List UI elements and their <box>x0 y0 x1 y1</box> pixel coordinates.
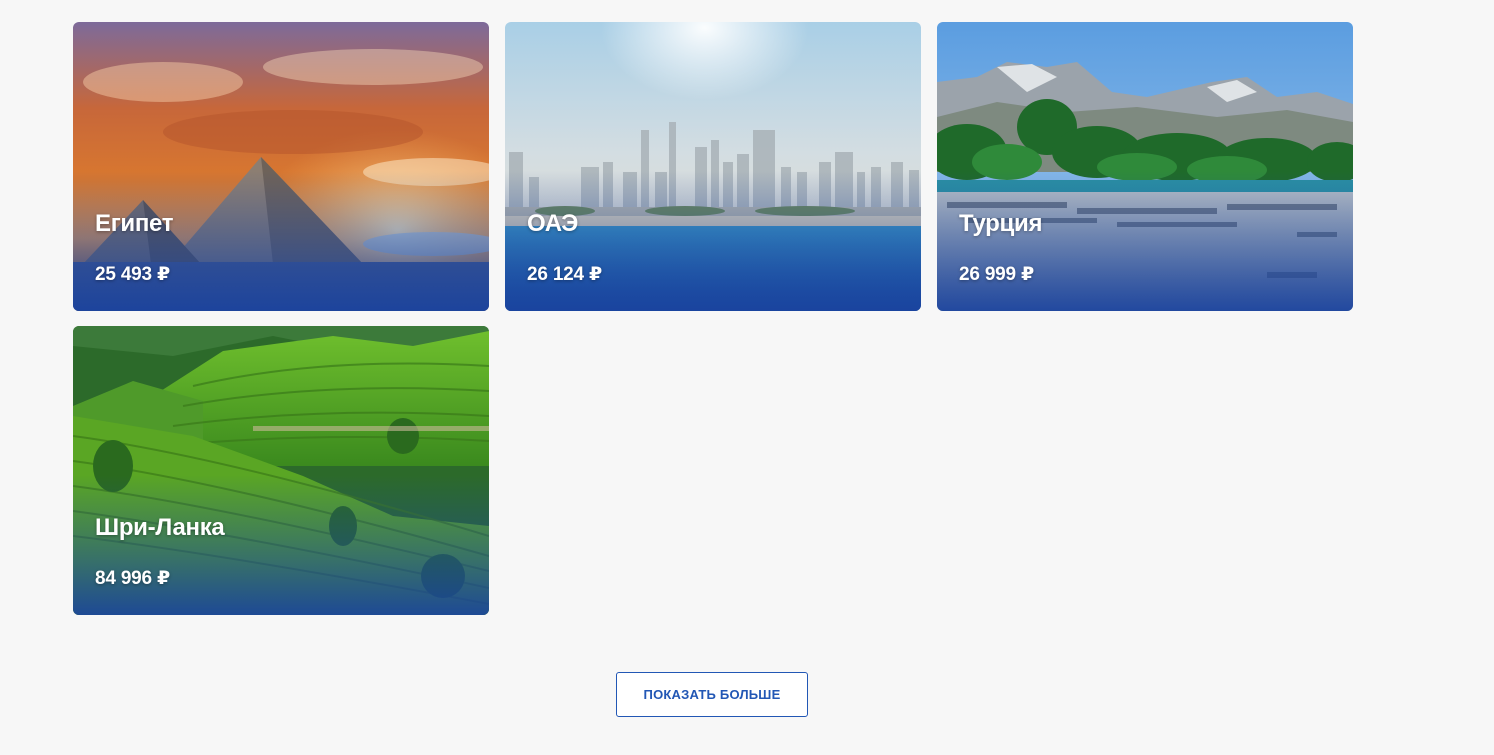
destination-name: Шри-Ланка <box>95 514 225 541</box>
destination-price: 26 999 ₽ <box>959 264 1035 285</box>
destination-price: 84 996 ₽ <box>95 568 171 589</box>
card-overlay <box>937 171 1353 311</box>
card-overlay <box>505 171 921 311</box>
destination-price: 25 493 ₽ <box>95 264 171 285</box>
card-overlay <box>73 171 489 311</box>
destination-name: Египет <box>95 210 174 237</box>
destination-price: 26 124 ₽ <box>527 264 603 285</box>
card-overlay <box>73 475 489 615</box>
destination-name: ОАЭ <box>527 210 578 237</box>
destination-card-egypt[interactable]: Египет 25 493 ₽ <box>73 22 489 311</box>
destination-name: Турция <box>959 210 1043 237</box>
destination-card-uae[interactable]: ОАЭ 26 124 ₽ <box>505 22 921 311</box>
destination-card-turkey[interactable]: Турция 26 999 ₽ <box>937 22 1353 311</box>
show-more-button[interactable]: ПОКАЗАТЬ БОЛЬШЕ <box>616 672 808 717</box>
destination-card-sri-lanka[interactable]: Шри-Ланка 84 996 ₽ <box>73 326 489 615</box>
